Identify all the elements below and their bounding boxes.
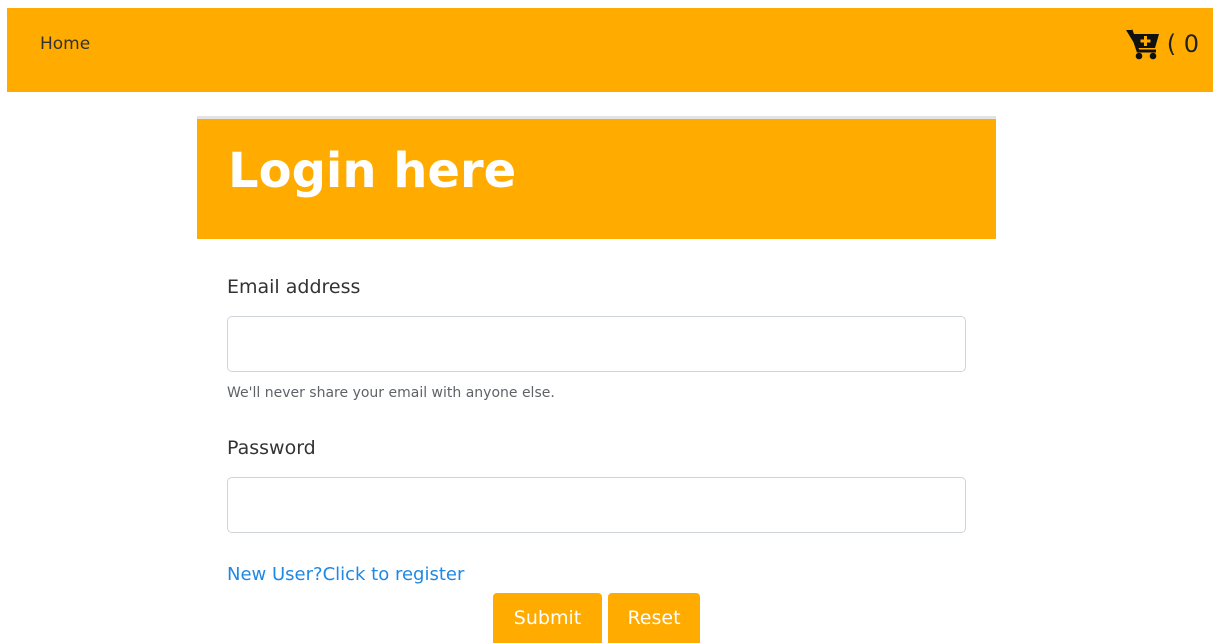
email-label: Email address <box>227 276 361 298</box>
login-header: Login here <box>197 116 996 239</box>
top-navbar: Home ( 0 <box>7 8 1213 92</box>
email-help-text: We'll never share your email with anyone… <box>227 385 555 401</box>
page-title: Login here <box>228 143 517 199</box>
email-field[interactable] <box>227 316 966 372</box>
reset-button[interactable]: Reset <box>608 593 700 643</box>
nav-home-link[interactable]: Home <box>40 34 90 54</box>
submit-button[interactable]: Submit <box>493 593 602 643</box>
cart-plus-icon <box>1125 27 1163 61</box>
cart-button[interactable]: ( 0 <box>1125 26 1199 62</box>
cart-count: ( 0 <box>1166 30 1199 58</box>
password-label: Password <box>227 437 316 459</box>
password-field[interactable] <box>227 477 966 533</box>
register-link[interactable]: New User?Click to register <box>227 564 464 585</box>
